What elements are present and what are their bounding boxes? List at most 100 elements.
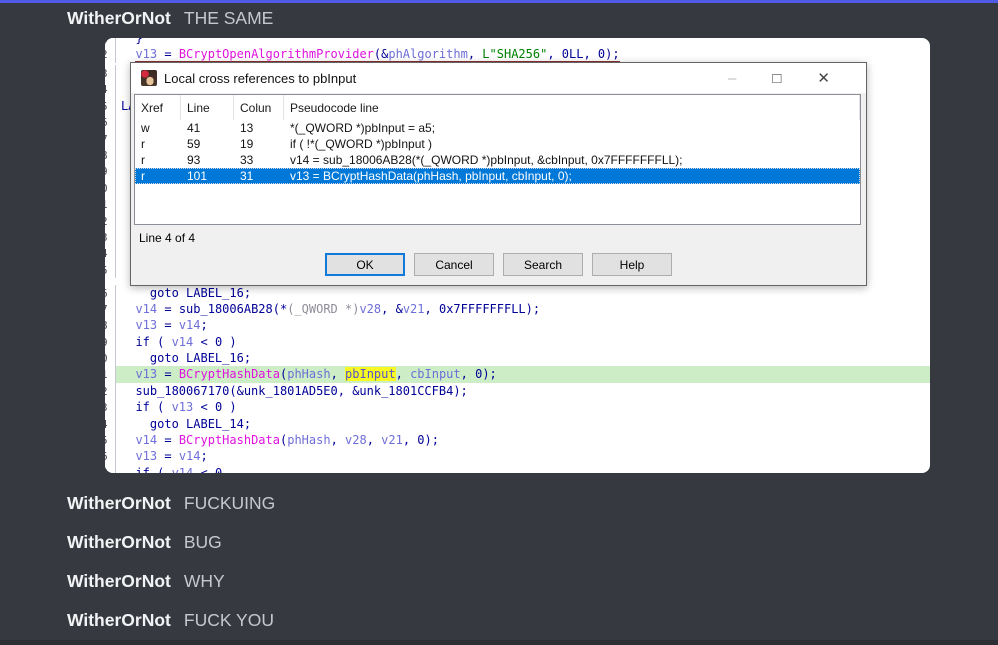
code-line: 9 if ( v14 < 0 ) (105, 334, 930, 350)
code-text: v14 = BCryptHashData(phHash, v28, v21, 0… (116, 432, 930, 448)
code-token: BCryptHashData (179, 433, 280, 447)
code-token: = (157, 367, 179, 381)
code-text: v13 = BCryptHashData(phHash, pbInput, cb… (116, 366, 930, 382)
xref-line-cell: 59 (181, 136, 234, 152)
xref-column-cell: 19 (234, 136, 284, 152)
code-token: = (157, 449, 179, 463)
line-number-digit: 5 (105, 99, 108, 114)
chat-message: WitherOrNot WHY (67, 570, 275, 592)
line-number: 8 (105, 147, 116, 163)
xref-column-header: Xref (135, 95, 181, 120)
code-token: , & (381, 302, 403, 316)
code-text: goto LABEL_16; (116, 350, 930, 366)
line-number-digit: 8 (105, 318, 108, 333)
underlined-code: v13 = BCryptOpenAlgorithmProvider(&phAlg… (135, 47, 619, 62)
xref-row[interactable]: r9333v14 = sub_18006AB28(*(_QWORD *)pbIn… (135, 152, 860, 168)
code-token (121, 367, 135, 381)
line-number: 5 (105, 262, 116, 278)
line-number-digit: 8 (105, 148, 108, 163)
line-number-digit: 5 (105, 263, 108, 278)
message-author[interactable]: WitherOrNot (67, 492, 171, 514)
code-token: ); (605, 47, 619, 61)
code-token: v14 (172, 335, 194, 349)
dialog-portrait-icon (141, 70, 157, 86)
code-line: 2 sub_180067170(&unk_1801AD5E0, &unk_180… (105, 383, 930, 399)
xref-row[interactable]: w4113*(_QWORD *)pbInput = a5; (135, 120, 860, 136)
code-token: < 0 ) (193, 400, 236, 414)
code-line: 3 if ( v13 < 0 ) (105, 399, 930, 415)
message-author[interactable]: WitherOrNot (67, 531, 171, 553)
code-token: v14 (135, 433, 157, 447)
line-number-digit: 3 (105, 400, 108, 415)
message-author[interactable]: WitherOrNot (67, 609, 171, 631)
line-number-digit: 3 (105, 66, 108, 81)
code-token: sub_180067170(&unk_1801AD5E0, &unk_1801C… (121, 384, 468, 398)
code-token: , 0x7FFFFFFFLL); (425, 302, 541, 316)
code-token: v28 (359, 302, 381, 316)
code-token: if ( (121, 335, 172, 349)
line-number-digit: 1 (105, 197, 108, 212)
chat-message: WitherOrNotTHE SAME (67, 7, 273, 29)
line-number-digit: 4 (105, 246, 108, 261)
code-token: < 0 ) (193, 335, 236, 349)
line-number-digit: 6 (105, 449, 108, 464)
chat-message: WitherOrNot BUG (67, 531, 275, 553)
line-number-digit: 6 (105, 286, 108, 301)
code-token: if ( (121, 400, 172, 414)
line-number-digit: 9 (105, 164, 108, 179)
code-token: 0LL (562, 47, 584, 61)
line-number: 1 (105, 366, 116, 382)
line-number: 5 (105, 432, 116, 448)
chat-message: WitherOrNotFUCKUING (67, 492, 275, 514)
code-token: , (367, 433, 381, 447)
code-token: cbInput (410, 367, 461, 381)
code-token: , (331, 433, 345, 447)
code-token (121, 318, 135, 332)
code-text: sub_180067170(&unk_1801AD5E0, &unk_1801C… (116, 383, 930, 399)
code-token: , (583, 47, 597, 61)
line-number: 9 (105, 334, 116, 350)
code-token: ; (201, 449, 208, 463)
help-button: Help (592, 253, 672, 276)
search-button: Search (503, 253, 583, 276)
line-number-digit: 4 (105, 417, 108, 432)
line-number: 2 (105, 46, 116, 62)
code-line: 6 goto LABEL_16; (105, 285, 930, 301)
code-screenshot-attachment[interactable]: 1 }2 v13 = BCryptOpenAlgorithmProvider(&… (105, 38, 930, 473)
code-line: 1 v13 = BCryptHashData(phHash, pbInput, … (105, 366, 930, 382)
code-token: , 0); (461, 367, 497, 381)
line-number: 6 (105, 114, 116, 130)
code-token: phHash (287, 367, 330, 381)
line-number-digit: 0 (105, 351, 108, 366)
chat-message: WitherOrNotFUCK YOU (67, 609, 275, 631)
xref-row[interactable]: r10131v13 = BCryptHashData(phHash, pbInp… (135, 168, 860, 184)
line-number: 3 (105, 399, 116, 415)
xref-pseudocode-cell: v13 = BCryptHashData(phHash, pbInput, cb… (284, 168, 860, 184)
line-number: 2 (105, 213, 116, 229)
xref-line-cell: 101 (181, 168, 234, 184)
dialog-title: Local cross references to pbInput (164, 71, 356, 86)
message-text: BUG (184, 531, 222, 553)
code-line: 4 goto LABEL_14; (105, 416, 930, 432)
message-text: WHY (184, 570, 225, 592)
xref-pseudocode-cell: v14 = sub_18006AB28(*(_QWORD *)pbInput, … (284, 152, 860, 168)
code-token (121, 433, 135, 447)
code-token: (* (273, 302, 287, 316)
xref-table: XrefLineColunPseudocode line w4113*(_QWO… (134, 94, 861, 225)
close-icon: ✕ (817, 71, 830, 86)
minimize-icon: – (728, 71, 736, 86)
xref-table-rows: w4113*(_QWORD *)pbInput = a5;r5919if ( !… (135, 120, 860, 184)
code-lines-top: 1 }2 v13 = BCryptOpenAlgorithmProvider(&… (105, 38, 930, 63)
xref-type-cell: r (135, 168, 181, 184)
message-author[interactable]: WitherOrNot (67, 570, 171, 592)
code-token: v14 (135, 302, 157, 316)
xref-row[interactable]: r5919if ( !*(_QWORD *)pbInput ) (135, 136, 860, 152)
xref-type-cell: r (135, 136, 181, 152)
line-number: 9 (105, 163, 116, 179)
code-token: = (157, 433, 179, 447)
code-token: (& (374, 47, 388, 61)
message-author[interactable]: WitherOrNot (67, 7, 171, 29)
code-token: L"SHA256" (482, 47, 547, 61)
code-token: goto LABEL_16; (121, 351, 251, 365)
code-token: v13 (135, 367, 157, 381)
